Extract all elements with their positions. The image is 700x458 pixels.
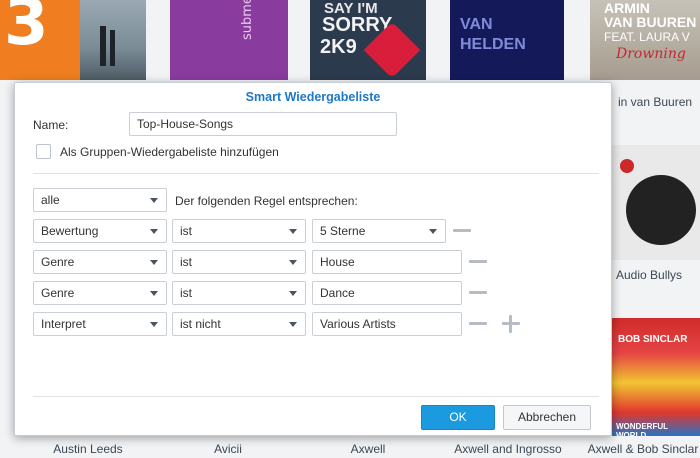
album-cover-axwell-bob-sinclar[interactable]: BOB SINCLAR WONDERFUL WORLD: [612, 318, 700, 436]
bomb-fuse: [620, 159, 634, 173]
rule-operator-select[interactable]: ist nicht: [172, 312, 306, 336]
album-tile-digit: 3: [4, 0, 49, 60]
cover-armin-line3: FEAT. LAURA V: [604, 30, 690, 44]
rule-field-select[interactable]: Interpret: [33, 312, 167, 336]
chevron-down-icon: [150, 322, 158, 327]
artist-caption[interactable]: Axwell and Ingrosso: [438, 442, 578, 458]
chevron-down-icon: [150, 229, 158, 234]
artist-caption[interactable]: Axwell & Bob Sinclar: [586, 442, 700, 458]
cover-armin-line2: VAN BUUREN: [604, 14, 697, 30]
artist-caption[interactable]: Austin Leeds: [18, 442, 158, 458]
chevron-down-icon: [150, 198, 158, 203]
dialog-title: Smart Wiedergabeliste: [245, 90, 381, 104]
remove-rule-button[interactable]: [469, 291, 487, 294]
cover-figure: [100, 26, 106, 66]
chevron-down-icon: [289, 291, 297, 296]
album-cover-axwell-ingrosso[interactable]: VAN HELDEN: [450, 0, 564, 80]
album-tile-orange[interactable]: 3: [0, 0, 80, 80]
rule-field-value: Genre: [41, 255, 75, 269]
cover-submental-text: submental: [240, 0, 255, 40]
rule-value: 5 Sterne: [320, 224, 366, 238]
rule-field-value: Genre: [41, 286, 75, 300]
cover-bob-line2: WONDERFUL WORLD: [616, 422, 668, 436]
ok-button[interactable]: OK: [421, 405, 495, 430]
rule-operator-value: ist: [180, 255, 192, 269]
cover-helden-line1: VAN: [460, 16, 493, 33]
rule-value-input[interactable]: Dance: [312, 281, 462, 305]
chevron-down-icon: [289, 260, 297, 265]
divider: [33, 173, 599, 174]
chevron-down-icon: [289, 229, 297, 234]
rule-value-input[interactable]: House: [312, 250, 462, 274]
remove-rule-button[interactable]: [453, 229, 471, 232]
cover-armin-line4: Drowning: [616, 46, 686, 62]
album-cover-armin[interactable]: ARMIN VAN BUUREN FEAT. LAURA V Drowning: [590, 0, 700, 80]
rule-field-select[interactable]: Genre: [33, 281, 167, 305]
rule-field-value: Interpret: [41, 317, 86, 331]
cover-bob-line1: BOB SINCLAR: [618, 334, 688, 345]
album-cover-audio-bullys[interactable]: [612, 145, 700, 260]
album-gap: [288, 0, 310, 80]
album-gap: [146, 0, 170, 80]
rule-operator-select[interactable]: ist: [172, 219, 306, 243]
remove-rule-button[interactable]: [469, 260, 487, 263]
album-cover-avicii[interactable]: submental: [170, 0, 288, 80]
name-label: Name:: [33, 118, 69, 132]
rule-operator-value: ist: [180, 286, 192, 300]
group-playlist-checkbox-label: Als Gruppen-Wiedergabeliste hinzufügen: [60, 145, 279, 159]
artist-caption[interactable]: Avicii: [158, 442, 298, 458]
album-gap: [426, 0, 450, 80]
rule-field-select[interactable]: Bewertung: [33, 219, 167, 243]
rule-field-value: Bewertung: [41, 224, 99, 238]
match-mode-value: alle: [41, 193, 60, 207]
artist-label-armin[interactable]: in van Buuren: [618, 95, 692, 109]
smart-playlist-dialog: Smart Wiedergabeliste Name: Top-House-So…: [14, 82, 612, 436]
bomb-icon: [626, 175, 696, 245]
rule-value-input[interactable]: Various Artists: [312, 312, 462, 336]
rule-operator-select[interactable]: ist: [172, 281, 306, 305]
remove-rule-button[interactable]: [469, 322, 487, 325]
cover-sorry-line3: 2K9: [320, 36, 357, 58]
cover-figure: [110, 30, 115, 66]
match-description: Der folgenden Regel entsprechen:: [175, 194, 358, 208]
rule-operator-value: ist: [180, 224, 192, 238]
album-gap: [564, 0, 590, 80]
chevron-down-icon: [150, 291, 158, 296]
album-cover-austin-leeds[interactable]: [80, 0, 146, 80]
cover-helden-line2: HELDEN: [460, 36, 526, 53]
group-playlist-checkbox[interactable]: [36, 144, 51, 159]
playlist-name-input[interactable]: Top-House-Songs: [129, 112, 397, 136]
rule-operator-value: ist nicht: [180, 317, 221, 331]
cancel-button[interactable]: Abbrechen: [503, 405, 591, 430]
album-cover-axwell[interactable]: SAY I'M SORRY 2K9: [310, 0, 426, 80]
chevron-down-icon: [150, 260, 158, 265]
chevron-down-icon: [289, 322, 297, 327]
artist-caption[interactable]: Axwell: [298, 442, 438, 458]
add-rule-button[interactable]: [502, 315, 520, 333]
artist-label-audio-bullys[interactable]: Audio Bullys: [616, 268, 682, 282]
rule-field-select[interactable]: Genre: [33, 250, 167, 274]
rule-value-select[interactable]: 5 Sterne: [312, 219, 446, 243]
divider: [33, 396, 599, 397]
rule-operator-select[interactable]: ist: [172, 250, 306, 274]
match-mode-select[interactable]: alle: [33, 188, 167, 212]
chevron-down-icon: [429, 229, 437, 234]
